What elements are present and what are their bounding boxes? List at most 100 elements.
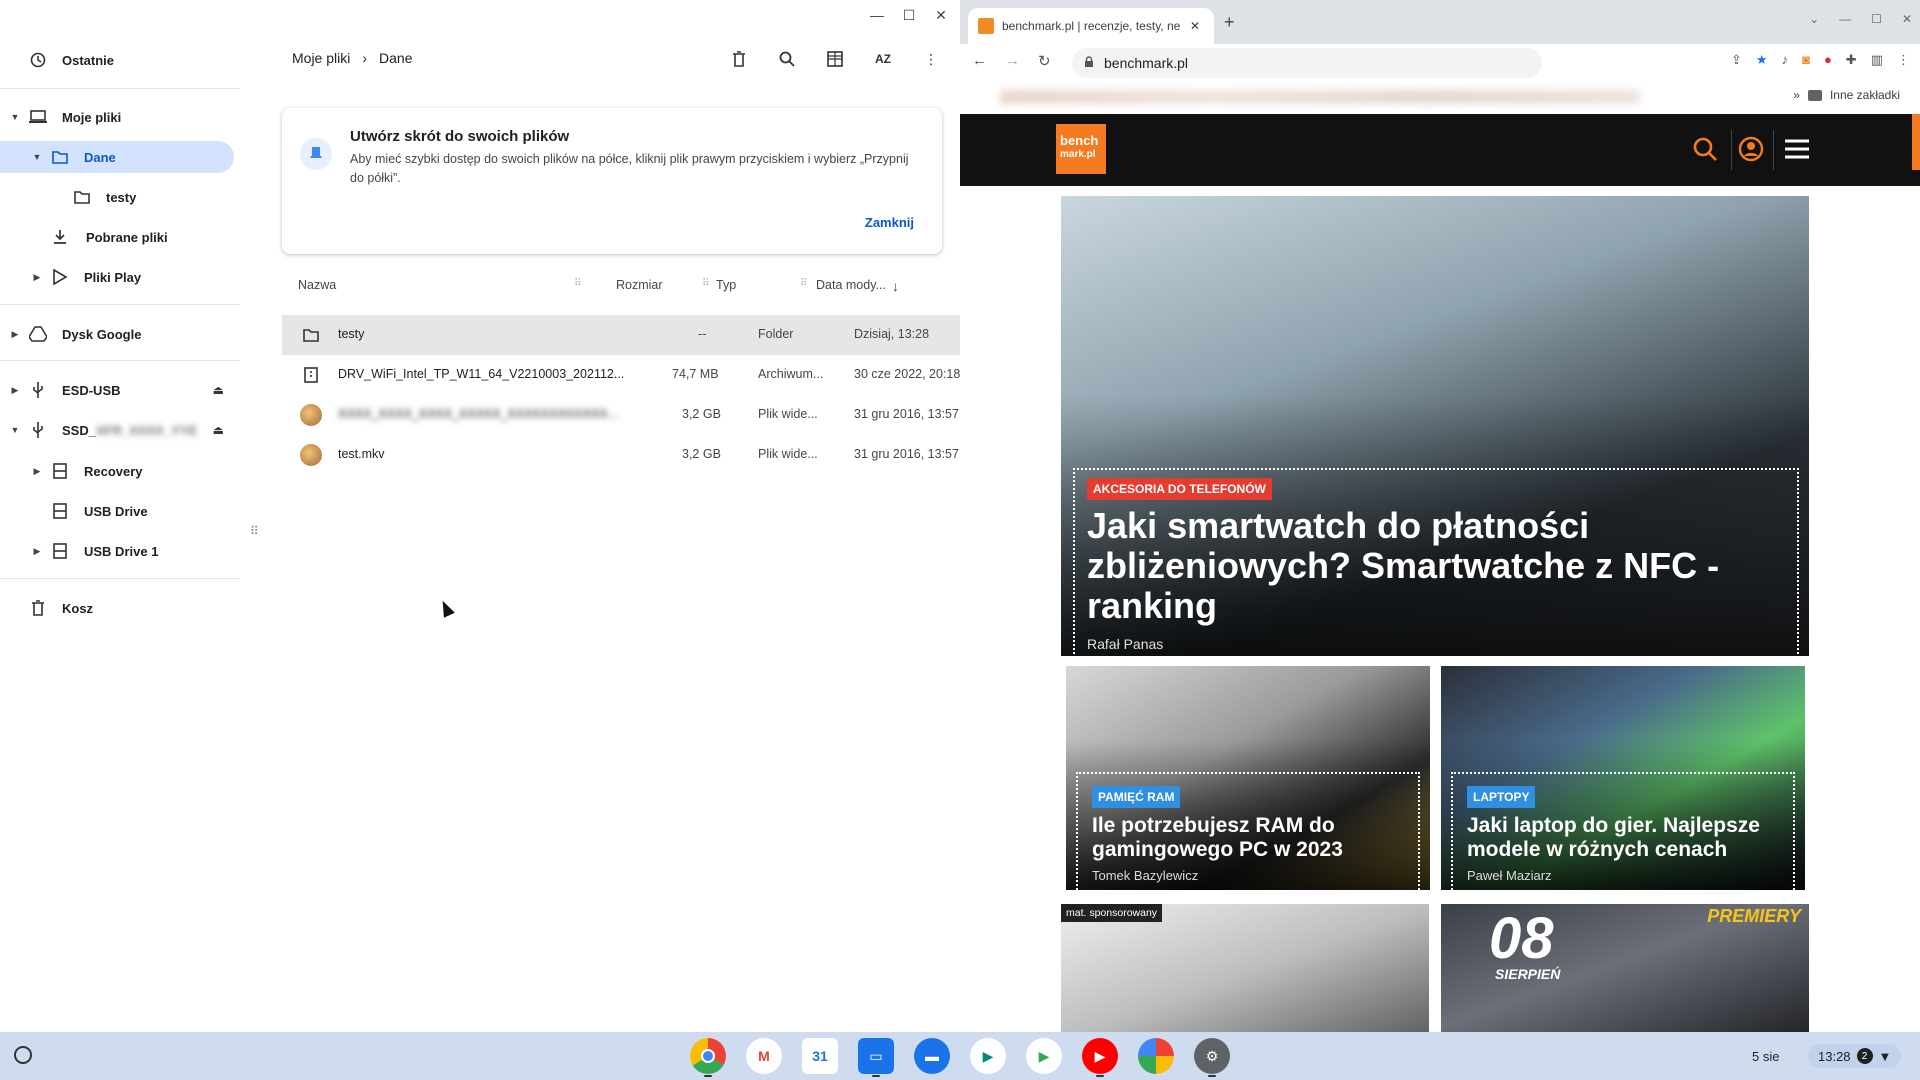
lock-icon[interactable] (1084, 55, 1094, 71)
back-icon[interactable]: ← (972, 52, 987, 70)
hero-title[interactable]: Jaki smartwatch do płatności zbliżeniowy… (1087, 506, 1767, 626)
side-panel-icon[interactable]: ▥ (1871, 52, 1883, 68)
toolbar-icons: AZ ⋮ (728, 48, 942, 70)
search-icon[interactable] (1692, 136, 1718, 167)
category-badge[interactable]: AKCESORIA DO TELEFONÓW (1087, 478, 1272, 500)
gmail-icon[interactable]: M (746, 1038, 782, 1074)
sidebar-item-esd-usb[interactable]: ▶ ESD-USB ⏏ (10, 374, 240, 406)
breadcrumb-root[interactable]: Moje pliki (292, 50, 350, 66)
puzzle-icon[interactable]: ✚ (1846, 52, 1857, 68)
files-icon[interactable]: ▭ (858, 1038, 894, 1077)
table-row[interactable]: DRV_WiFi_Intel_TP_W11_64_V2210003_202112… (282, 355, 960, 395)
other-bookmarks[interactable]: » Inne zakładki (1793, 88, 1900, 102)
table-row[interactable]: testy -- Folder Dzisiaj, 13:28 (282, 315, 960, 355)
table-row[interactable]: test.mkv 3,2 GB Plik wide... 31 gru 2016… (282, 435, 960, 475)
messages-icon[interactable]: ▬ (914, 1038, 950, 1074)
forward-icon[interactable]: → (1005, 52, 1020, 70)
grid-icon[interactable] (824, 48, 846, 70)
breadcrumb-current[interactable]: Dane (379, 50, 412, 66)
settings-icon[interactable]: ⚙ (1194, 1038, 1230, 1077)
close-tip-button[interactable]: Zamknij (865, 215, 914, 230)
tray-date[interactable]: 5 sie (1742, 1044, 1789, 1068)
sidebar-item-dane[interactable]: ▼ Dane (0, 141, 234, 173)
meet-icon[interactable]: ▶ (970, 1038, 1006, 1074)
eject-icon[interactable]: ⏏ (213, 423, 224, 437)
category-badge[interactable]: LAPTOPY (1467, 786, 1536, 808)
premiere-card[interactable]: PREMIERY 08 SIERPIEŃ (1441, 904, 1809, 1032)
sidebar-item-recent[interactable]: Ostatnie (28, 44, 114, 76)
sidebar-item-play-files[interactable]: ▶ Pliki Play (32, 261, 141, 293)
chevron-right-icon[interactable]: ▶ (32, 546, 42, 557)
sidebar-item-ssd[interactable]: ▼ SSD_ XFR_XXXX_YYE ⏏ (10, 414, 240, 446)
extension-badge-icon[interactable]: ● (1824, 52, 1832, 68)
youtube-icon[interactable]: ▶ (1082, 1038, 1118, 1077)
chrome-icon[interactable] (690, 1038, 726, 1077)
sort-arrow-icon[interactable]: ↓ (892, 278, 899, 294)
sponsored-card[interactable]: mat. sponsorowany (1061, 904, 1429, 1032)
chevron-double-right-icon[interactable]: » (1793, 88, 1800, 102)
photos-icon[interactable] (1138, 1038, 1174, 1074)
site-logo[interactable]: bench mark.pl (1056, 124, 1106, 174)
new-tab-icon[interactable]: + (1224, 12, 1235, 33)
article-card-ram[interactable]: PAMIĘĆ RAM Ile potrzebujesz RAM do gamin… (1066, 666, 1430, 890)
bookmark-star-icon[interactable]: ★ (1756, 52, 1768, 68)
hamburger-menu-icon[interactable] (1784, 136, 1810, 167)
column-type[interactable]: Typ (716, 278, 736, 292)
reload-icon[interactable]: ↻ (1038, 52, 1051, 70)
chevron-right-icon[interactable]: ▶ (32, 272, 42, 283)
more-icon[interactable]: ⋮ (1897, 52, 1910, 68)
maximize-icon[interactable]: ☐ (1871, 12, 1882, 26)
hero-author[interactable]: Rafał Panas (1087, 636, 1163, 652)
article-author[interactable]: Tomek Bazylewicz (1092, 868, 1198, 883)
hero-article[interactable]: AKCESORIA DO TELEFONÓW Jaki smartwatch d… (1061, 196, 1809, 656)
minimize-icon[interactable]: — (1839, 12, 1851, 26)
status-tray[interactable]: 13:28 2 ▼ (1808, 1044, 1902, 1068)
browser-tab[interactable]: benchmark.pl | recenzje, testy, ne ✕ (968, 8, 1214, 44)
file-modified: 31 gru 2016, 13:57 (854, 447, 959, 461)
article-card-laptop[interactable]: LAPTOPY Jaki laptop do gier. Najlepsze m… (1441, 666, 1805, 890)
chevron-down-icon[interactable]: ▼ (32, 152, 42, 162)
article-title[interactable]: Ile potrzebujesz RAM do gamingowego PC w… (1092, 814, 1412, 862)
column-name[interactable]: Nazwa (298, 278, 336, 292)
chevron-down-icon[interactable]: ▼ (10, 112, 20, 122)
tab-search-icon[interactable]: ⌄ (1809, 12, 1819, 26)
chevron-down-icon[interactable]: ▼ (10, 425, 20, 435)
sidebar-item-recovery[interactable]: ▶ Recovery (32, 455, 143, 487)
eject-icon[interactable]: ⏏ (213, 383, 224, 397)
column-size[interactable]: Rozmiar (616, 278, 663, 292)
more-icon[interactable]: ⋮ (920, 48, 942, 70)
sidebar-item-google-drive[interactable]: ▶ Dysk Google (10, 318, 141, 350)
chevron-right-icon[interactable]: ▶ (32, 466, 42, 477)
launcher-icon[interactable] (14, 1046, 32, 1064)
category-badge[interactable]: PAMIĘĆ RAM (1092, 786, 1181, 808)
article-title[interactable]: Jaki laptop do gier. Najlepsze modele w … (1467, 814, 1787, 862)
chevron-right-icon[interactable]: ▶ (10, 329, 20, 340)
close-tab-icon[interactable]: ✕ (1190, 19, 1200, 33)
read-aloud-icon[interactable]: ♪ (1782, 52, 1789, 68)
column-resize-icon[interactable]: ⠿ (574, 278, 581, 289)
user-icon[interactable] (1738, 136, 1764, 167)
url-bar[interactable]: benchmark.pl (1072, 48, 1542, 78)
sort-icon[interactable]: AZ (872, 48, 894, 70)
sidebar-item-testy[interactable]: testy (72, 181, 136, 213)
sidebar-item-trash[interactable]: Kosz (28, 592, 93, 624)
column-modified[interactable]: Data mody... (816, 278, 886, 292)
url-text: benchmark.pl (1104, 55, 1189, 71)
trash-icon[interactable] (728, 48, 750, 70)
sidebar-item-usb-drive-1[interactable]: ▶ USB Drive 1 (32, 535, 158, 567)
sidebar-item-usb-drive[interactable]: USB Drive (50, 495, 148, 527)
chevron-right-icon[interactable]: ▶ (10, 385, 20, 396)
column-resize-icon[interactable]: ⠿ (800, 278, 807, 289)
clock-icon (28, 50, 48, 70)
sidebar-item-my-files[interactable]: ▼ Moje pliki (10, 101, 122, 133)
article-author[interactable]: Paweł Maziarz (1467, 868, 1552, 883)
calendar-icon[interactable]: 31 (802, 1038, 838, 1074)
rss-icon[interactable]: ◙ (1802, 52, 1810, 68)
search-icon[interactable] (776, 48, 798, 70)
close-icon[interactable]: ✕ (1902, 12, 1912, 26)
share-icon[interactable]: ⇪ (1731, 52, 1742, 68)
column-resize-icon[interactable]: ⠿ (702, 278, 709, 289)
table-row[interactable]: XXXX_XXXX_XXXX_XXXXX_XXXXXXXXXXXX... 3,2… (282, 395, 960, 435)
sidebar-item-downloads[interactable]: Pobrane pliki (50, 221, 168, 253)
play-store-icon[interactable]: ▶ (1026, 1038, 1062, 1074)
